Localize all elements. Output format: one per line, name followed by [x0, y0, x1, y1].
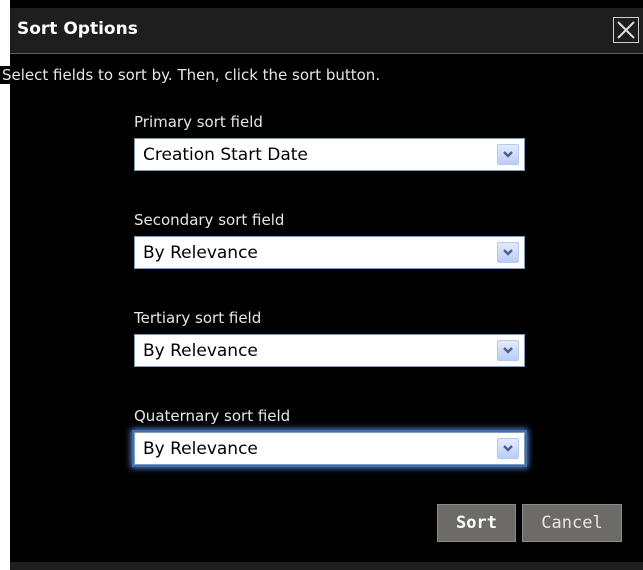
secondary-sort-group: Secondary sort field By Relevance [134, 209, 526, 269]
dialog-titlebar: Sort Options [10, 8, 643, 54]
chevron-down-icon[interactable] [497, 242, 519, 263]
close-button[interactable] [613, 17, 639, 43]
secondary-sort-label: Secondary sort field [134, 211, 285, 229]
instructions-text: Select fields to sort by. Then, click th… [0, 66, 381, 84]
secondary-sort-select[interactable]: By Relevance [134, 236, 525, 269]
dialog-title: Sort Options [17, 19, 138, 39]
quaternary-sort-group: Quaternary sort field By Relevance [134, 405, 526, 465]
quaternary-sort-select[interactable]: By Relevance [134, 432, 525, 465]
quaternary-sort-label: Quaternary sort field [134, 407, 291, 425]
sort-button[interactable]: Sort [437, 504, 516, 542]
primary-sort-select[interactable]: Creation Start Date [134, 138, 525, 171]
tertiary-sort-label: Tertiary sort field [134, 309, 262, 327]
dialog-bottom-border [10, 562, 643, 570]
chevron-down-icon[interactable] [497, 340, 519, 361]
tertiary-sort-select[interactable]: By Relevance [134, 334, 525, 367]
chevron-down-icon[interactable] [497, 438, 519, 459]
secondary-sort-value: By Relevance [143, 243, 258, 263]
primary-sort-group: Primary sort field Creation Start Date [134, 111, 526, 171]
primary-sort-label: Primary sort field [134, 113, 263, 131]
tertiary-sort-value: By Relevance [143, 341, 258, 361]
sort-options-dialog [10, 0, 643, 570]
close-icon [614, 18, 638, 42]
cancel-button[interactable]: Cancel [522, 504, 622, 542]
chevron-down-icon[interactable] [497, 144, 519, 165]
quaternary-sort-value: By Relevance [143, 439, 258, 459]
primary-sort-value: Creation Start Date [143, 145, 308, 165]
tertiary-sort-group: Tertiary sort field By Relevance [134, 307, 526, 367]
left-edge [0, 0, 10, 570]
